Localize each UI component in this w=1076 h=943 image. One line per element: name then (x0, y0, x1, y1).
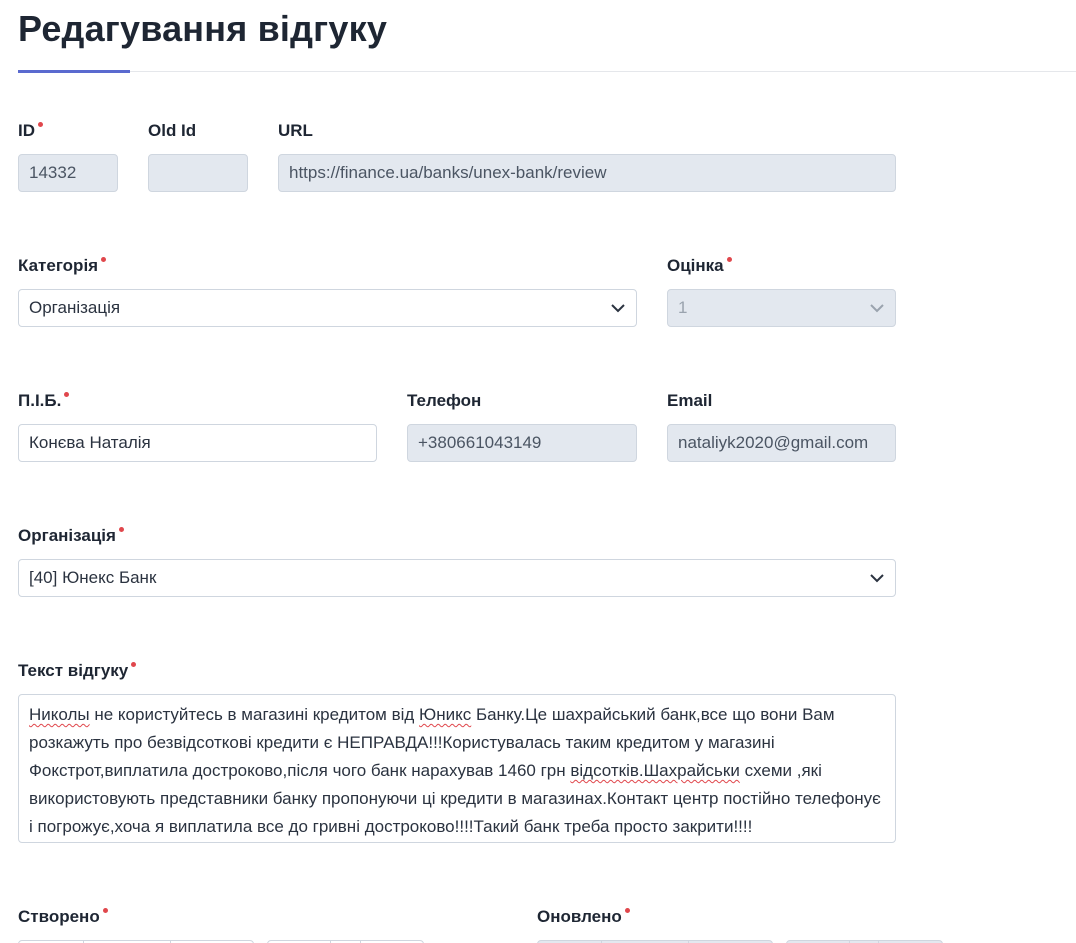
url-label: URL (278, 121, 313, 140)
phone-label: Телефон (407, 391, 482, 410)
chevron-down-icon (870, 574, 884, 583)
rating-label: Оцінка (667, 256, 732, 276)
email-field: nataliyk2020@gmail.com (667, 424, 896, 462)
old-id-label: Old Id (148, 121, 197, 140)
category-value: Організація (29, 298, 121, 317)
title-accent-underline (18, 70, 130, 73)
category-select[interactable]: Організація (18, 289, 637, 327)
title-divider (18, 71, 1076, 72)
misspelled-word: Николы (29, 705, 90, 724)
rating-select: 1 (667, 289, 896, 327)
id-label: ID (18, 121, 43, 141)
organization-select[interactable]: [40] Юнекс Банк (18, 559, 896, 597)
created-label: Створено (18, 907, 108, 927)
category-label: Категорія (18, 256, 106, 276)
rating-value: 1 (678, 298, 688, 317)
misspelled-word: Юникс (419, 705, 472, 724)
page-title: Редагування відгуку (18, 8, 388, 49)
email-label: Email (667, 391, 713, 410)
old-id-field (148, 154, 248, 192)
updated-label: Оновлено (537, 907, 630, 927)
organization-value: [40] Юнекс Банк (29, 568, 157, 587)
name-label: П.І.Б. (18, 391, 69, 411)
chevron-down-icon (870, 304, 884, 313)
name-input[interactable]: Конєва Наталія (18, 424, 377, 462)
chevron-down-icon (611, 304, 625, 313)
id-field: 14332 (18, 154, 118, 192)
misspelled-word: відсотків.Шахрайськи (570, 761, 740, 780)
review-text-label: Текст відгуку (18, 661, 136, 681)
url-field: https://finance.ua/banks/unex-bank/revie… (278, 154, 896, 192)
organization-label: Організація (18, 526, 124, 546)
phone-field: +380661043149 (407, 424, 637, 462)
review-textarea[interactable]: Николы не користуйтесь в магазині кредит… (18, 694, 896, 843)
